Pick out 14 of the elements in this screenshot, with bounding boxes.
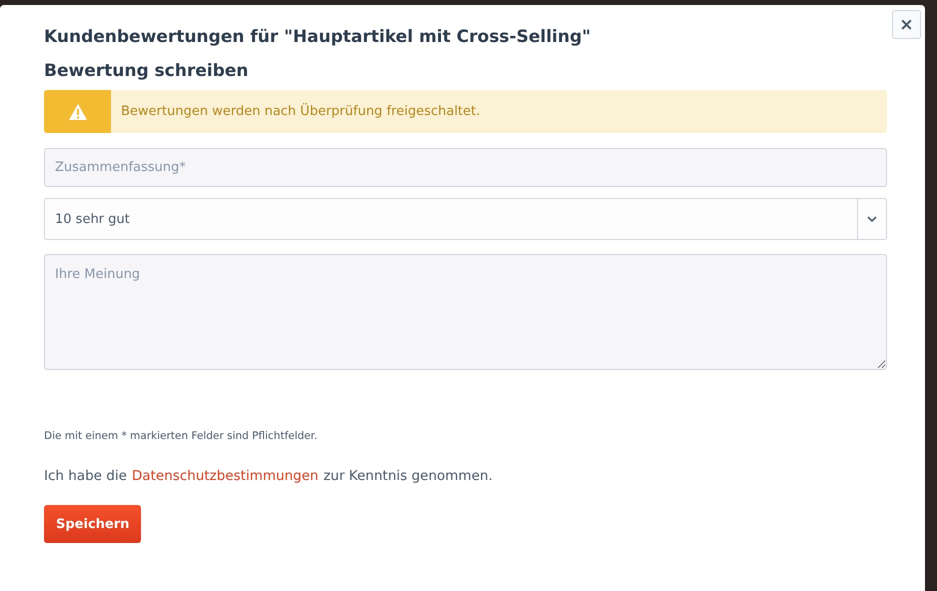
summary-input[interactable]: Zusammenfassung*	[44, 148, 887, 187]
privacy-text: Ich habe die	[44, 468, 127, 484]
opinion-textarea[interactable]: Ihre Meinung	[44, 254, 887, 370]
warning-icon	[68, 104, 86, 120]
modal-title: Kundenbewertungen für "Hauptartikel mit Cross-Selling"	[44, 26, 592, 49]
alert-message: Bewertungen werden nach Überprüfung freigeschaltet.	[120, 102, 480, 121]
privacy-text: zur Kenntnis genommen.	[323, 468, 493, 484]
save-button[interactable]: Speichern	[44, 505, 142, 543]
close-button[interactable]: ×	[892, 10, 921, 39]
chevron-down-icon	[867, 216, 877, 222]
rating-select[interactable]: 10 sehr gut	[44, 198, 887, 240]
privacy-link[interactable]: Datenschutzbestimmungen	[132, 468, 318, 484]
section-heading: Bewertung schreiben	[44, 60, 250, 83]
required-fields-note: Die mit einem * markierten Felder sind Pflichtfelder.	[44, 430, 318, 442]
